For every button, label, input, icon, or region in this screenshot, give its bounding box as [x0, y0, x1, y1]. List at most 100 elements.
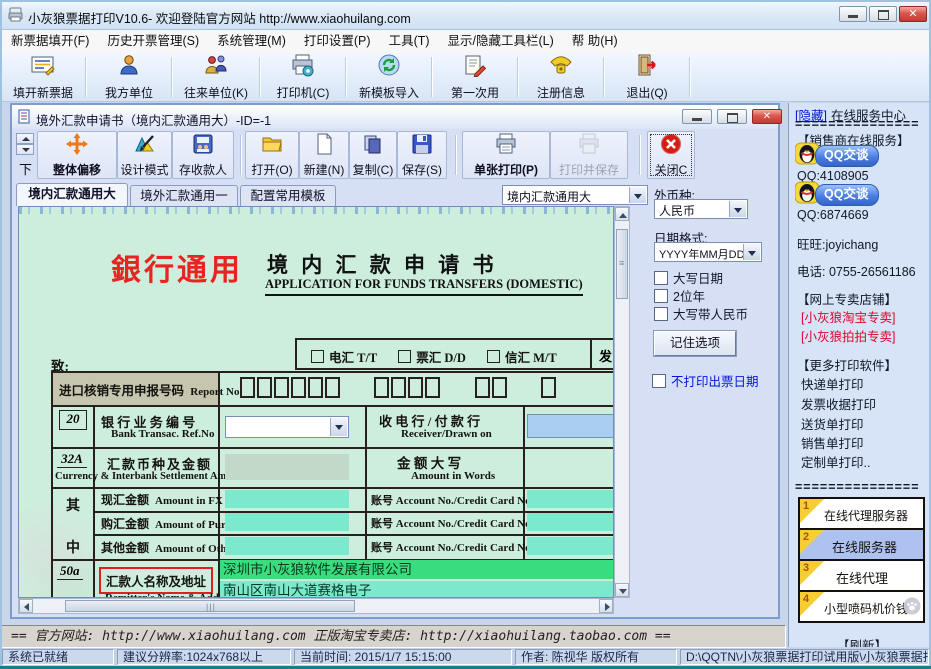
scroll-down-button[interactable]	[615, 583, 629, 597]
other-account-input[interactable]	[527, 537, 614, 555]
scroll-right-button[interactable]	[599, 599, 613, 613]
settlement-amount-input[interactable]	[225, 454, 349, 480]
express-print-link[interactable]: 快递单打印	[801, 374, 864, 393]
open-button[interactable]: 打开(O)	[245, 131, 299, 179]
copy-button[interactable]: 复制(C)	[349, 131, 397, 179]
paipai-shop-link[interactable]: [小灰狼拍拍专卖]	[801, 326, 895, 345]
printer-icon	[290, 53, 316, 82]
purchase-account-input[interactable]	[527, 513, 614, 531]
new-button[interactable]: 新建(N)	[299, 131, 349, 179]
qq-chat-button-1[interactable]: QQ交谈	[795, 144, 879, 168]
close-doc-button[interactable]: 关闭C	[647, 131, 695, 179]
exit-button[interactable]: 退出(Q)	[606, 53, 688, 101]
design-mode-icon	[134, 133, 156, 160]
tt-checkbox-1[interactable]	[311, 350, 324, 363]
menu-tools[interactable]: 工具(T)	[380, 30, 439, 53]
tab-domestic-large[interactable]: 境内汇款通用大	[16, 183, 128, 206]
bank-ref-select[interactable]	[225, 416, 349, 438]
doc-close-button[interactable]: ✕	[752, 109, 782, 124]
template-select[interactable]: 境内汇款通用大	[502, 185, 648, 205]
remember-options-button[interactable]: 记住选项	[654, 331, 736, 356]
receiver-input[interactable]	[527, 414, 614, 438]
main-toolbar: 填开新票据 我方单位 往来单位(K) 打印机(C) 新模板导入 第一次用 注册信…	[2, 53, 929, 102]
other-amount-input[interactable]	[225, 537, 349, 555]
more-software-header: 【更多打印软件】	[797, 355, 897, 374]
my-company-icon	[117, 53, 141, 82]
menu-print-settings[interactable]: 打印设置(P)	[295, 30, 380, 53]
nudge-up-button[interactable]	[16, 133, 34, 144]
form-vertical-scrollbar[interactable]: ≡	[614, 206, 630, 598]
custom-print-link[interactable]: 定制单打印..	[801, 452, 870, 471]
date-format-select[interactable]: YYYY年MM月DD日	[654, 242, 762, 262]
scroll-up-button[interactable]	[615, 207, 629, 221]
save-payee-button[interactable]: 存收款人	[172, 131, 234, 179]
partners-button[interactable]: 往来单位(K)	[174, 53, 258, 101]
fill-new-ticket-button[interactable]: 填开新票据	[2, 53, 84, 101]
menu-system[interactable]: 系统管理(M)	[208, 30, 295, 53]
qq-chat-button-2[interactable]: QQ交谈	[795, 183, 879, 207]
list-item[interactable]: 4 小型喷码机价钱	[800, 592, 923, 621]
form-horizontal-scrollbar[interactable]: |||	[18, 598, 614, 614]
doc-minimize-button[interactable]	[682, 109, 712, 124]
offset-nudge-control[interactable]: 下	[16, 133, 36, 177]
new-page-icon	[313, 133, 335, 160]
menu-new-ticket[interactable]: 新票据填开(F)	[2, 30, 98, 53]
tt-checkbox-2[interactable]	[398, 350, 411, 363]
print-and-save-button: 打印并保存	[550, 131, 628, 179]
caps-rmb-checkbox[interactable]: 大写带人民币	[654, 304, 748, 323]
form-title: 境 内 汇 款 申 请 书	[267, 249, 498, 279]
design-mode-button[interactable]: 设计模式	[117, 131, 172, 179]
list-item-selected[interactable]: 2 在线服务器	[800, 530, 923, 561]
print-single-button[interactable]: 单张打印(P)	[462, 131, 550, 179]
caps-date-checkbox[interactable]: 大写日期	[654, 268, 723, 287]
app-icon	[7, 6, 24, 28]
fx-amount-input[interactable]	[225, 490, 349, 508]
tt-checkbox-3[interactable]	[487, 350, 500, 363]
shop-header: 【网上专卖店铺】	[797, 289, 897, 308]
refresh-link[interactable]: 【刷新】	[837, 635, 887, 647]
remitter-name-input[interactable]: 深圳市小灰狼软件发展有限公司	[220, 560, 614, 579]
list-item[interactable]: 3 在线代理	[800, 561, 923, 592]
tab-foreign-one[interactable]: 境外汇款通用一	[130, 185, 238, 206]
sales-print-link[interactable]: 销售单打印	[801, 433, 864, 452]
register-info-button[interactable]: 注册信息	[520, 53, 602, 101]
window-title: 小灰狼票据打印V10.6- 欢迎登陆官方网站 http://www.xiaohu…	[28, 8, 411, 27]
no-print-date-checkbox[interactable]: 不打印出票日期	[652, 371, 759, 390]
horizontal-scroll-thumb[interactable]: |||	[65, 600, 355, 612]
scroll-left-button[interactable]	[19, 599, 33, 613]
menu-history[interactable]: 历史开票管理(S)	[98, 30, 208, 53]
menu-toggle-toolbar[interactable]: 显示/隐藏工具栏(L)	[439, 30, 563, 53]
list-item[interactable]: 1 在线代理服务器	[800, 499, 923, 530]
first-use-button[interactable]: 第一次用	[434, 53, 516, 101]
my-company-button[interactable]: 我方单位	[88, 53, 170, 101]
menu-help[interactable]: 帮 助(H)	[563, 30, 627, 53]
purchase-amount-input[interactable]	[225, 513, 349, 531]
document-title: 境外汇款申请书（境内汇款通用大）-ID=-1	[36, 110, 271, 129]
taobao-shop-link[interactable]: [小灰狼淘宝专卖]	[801, 307, 895, 326]
chevron-down-icon[interactable]	[629, 187, 646, 203]
nudge-down-button[interactable]	[16, 144, 34, 155]
currency-select[interactable]: 人民币	[654, 199, 748, 219]
invoice-print-link[interactable]: 发票收据打印	[801, 394, 876, 413]
printer-button[interactable]: 打印机(C)	[262, 53, 344, 101]
vertical-scroll-thumb[interactable]: ≡	[616, 229, 628, 299]
minimize-button[interactable]	[839, 6, 867, 22]
chevron-down-icon[interactable]	[330, 418, 347, 436]
tab-configure-templates[interactable]: 配置常用模板	[240, 185, 336, 206]
close-button[interactable]: ✕	[899, 6, 927, 22]
two-digit-year-checkbox[interactable]: 2位年	[654, 286, 705, 305]
form-canvas[interactable]: 銀行通用 境 内 汇 款 申 请 书 APPLICATION FOR FUNDS…	[18, 206, 614, 598]
doc-restore-button[interactable]	[717, 109, 747, 124]
status-bar: 系统已就绪 建议分辨率:1024x768以上 当前时间: 2015/1/7 15…	[0, 648, 931, 666]
code-50a: 50a	[57, 563, 83, 580]
status-exe-path: D:\QQTN\小灰狼票据打印试用版\小灰狼票据打印试用.exe	[680, 649, 929, 665]
template-import-button[interactable]: 新模板导入	[348, 53, 430, 101]
save-button[interactable]: 保存(S)	[397, 131, 447, 179]
remitter-address-input[interactable]: 南山区南山大道赛格电子	[220, 581, 614, 598]
fx-account-input[interactable]	[527, 490, 614, 508]
chevron-down-icon[interactable]	[743, 244, 760, 260]
overall-offset-button[interactable]: 整体偏移	[37, 131, 117, 179]
chevron-down-icon[interactable]	[729, 201, 746, 217]
delivery-print-link[interactable]: 送货单打印	[801, 414, 864, 433]
maximize-button[interactable]	[869, 6, 897, 22]
